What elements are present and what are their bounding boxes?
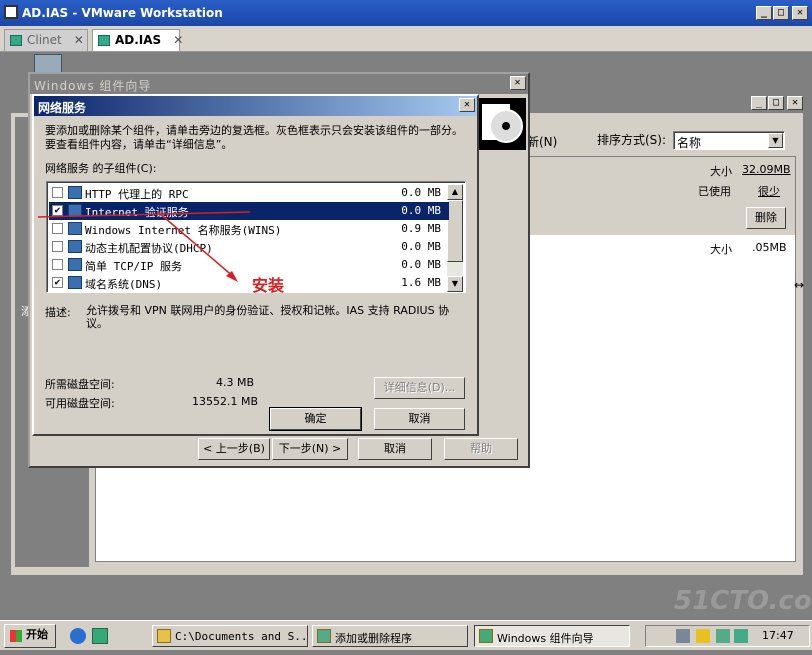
annotation-text: 安装: [252, 276, 285, 295]
watermark: 51CTO.com: [674, 586, 812, 616]
windows-logo-icon: [10, 630, 22, 642]
task-label: 添加或删除程序: [335, 632, 412, 645]
annotation-overlay: [37, 211, 251, 282]
vmware-tools-icon[interactable]: [716, 629, 730, 643]
task-add-remove[interactable]: 添加或删除程序: [312, 625, 468, 647]
clock: 17:47: [762, 629, 794, 642]
task-wizard[interactable]: Windows 组件向导: [474, 625, 630, 647]
network-icon[interactable]: [676, 629, 690, 643]
annotation-arrow: [157, 211, 236, 279]
task-explorer[interactable]: C:\Documents and S...: [152, 625, 308, 647]
wizard-icon: [479, 629, 493, 643]
quicklaunch-icon[interactable]: [92, 628, 108, 644]
taskbar: 开始 C:\Documents and S... 添加或删除程序 Windows…: [0, 620, 812, 650]
start-button[interactable]: 开始: [4, 624, 56, 648]
start-label: 开始: [26, 628, 48, 641]
system-tray: 17:47: [645, 625, 810, 647]
resize-cursor-icon: ↔: [794, 278, 805, 292]
shield-icon[interactable]: [696, 629, 710, 643]
task-label: C:\Documents and S...: [175, 630, 308, 643]
folder-icon: [157, 629, 171, 643]
task-label: Windows 组件向导: [497, 632, 594, 645]
annotation-underline: [37, 211, 251, 218]
computer-icon[interactable]: [734, 629, 748, 643]
programs-icon: [317, 629, 331, 643]
ie-icon[interactable]: [70, 628, 86, 644]
